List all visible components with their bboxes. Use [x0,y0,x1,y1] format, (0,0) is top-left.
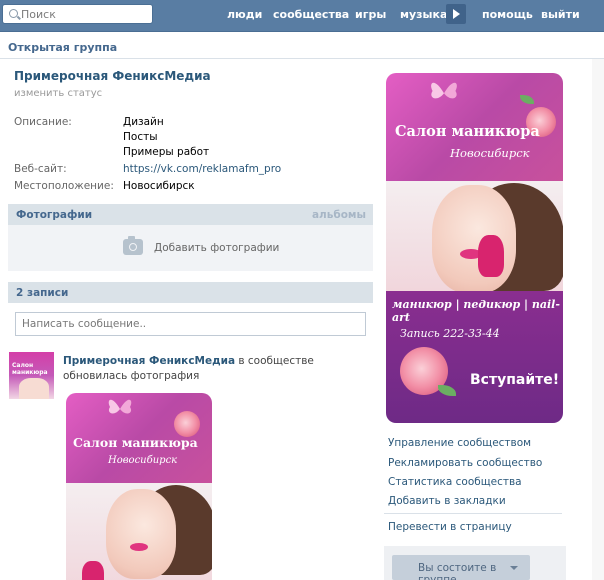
website-link[interactable]: https://vk.com/reklamafm_pro [123,163,281,175]
location-label: Местоположение: [14,180,114,192]
banner-title: Салон маникюра [395,123,540,140]
community-banner[interactable]: Салон маникюра Новосибирск маникюр | пед… [386,73,563,423]
add-photos-label[interactable]: Добавить фотографии [154,242,279,254]
banner-phone: Запись 222-33-44 [400,327,500,340]
add-bookmark-link[interactable]: Добавить в закладки [388,495,506,507]
rose-decoration [174,411,200,437]
location-value: Новосибирск [123,180,195,192]
post-photo-title: Салон маникюра [73,435,198,450]
polish-bottle-icon [82,561,104,580]
top-bar: люди сообщества игры музыка помощь выйти [0,0,604,32]
page-title: Открытая группа [8,41,118,54]
avatar-face-image [19,378,49,399]
search-icon [9,9,18,18]
advertise-community-link[interactable]: Рекламировать сообщество [388,457,542,469]
nav-communities[interactable]: сообщества [273,8,349,21]
nav-help[interactable]: помощь [482,8,533,21]
membership-label: Вы состоите в группе [418,562,497,580]
banner-cta: Вступайте! [470,372,560,388]
polish-bottle-icon [478,235,504,277]
page-header: Открытая группа [0,33,604,59]
butterfly-icon [106,395,134,422]
banner-city: Новосибирск [450,146,530,160]
albums-link[interactable]: альбомы [312,209,366,221]
wall-header: 2 записи [8,282,373,303]
banner-services: маникюр | педикюр | nail-art [392,298,560,324]
description-line: Посты [123,131,158,143]
description-line: Дизайн [123,116,164,128]
wall-count[interactable]: 2 записи [16,287,68,299]
website-label: Веб-сайт: [14,163,67,175]
post-avatar[interactable]: Салон маникюра [9,352,54,399]
search-box[interactable] [2,4,153,24]
post-header: Примерочная ФениксМедиа в сообществе обн… [63,354,363,384]
add-photos-area[interactable]: Добавить фотографии [8,225,373,271]
play-icon[interactable] [446,4,466,24]
description-line: Примеры работ [123,146,210,158]
description-label: Описание: [14,116,72,128]
membership-button[interactable]: Вы состоите в группе [392,555,530,580]
butterfly-icon [428,77,460,108]
new-post-input[interactable] [22,318,352,330]
face-shape [106,489,176,579]
new-post-box[interactable] [15,312,366,336]
post-author-link[interactable]: Примерочная ФениксМедиа [63,355,235,367]
chevron-down-icon [510,566,518,570]
photos-header: Фотографии альбомы [8,204,373,225]
change-status-link[interactable]: изменить статус [14,88,102,99]
manage-community-link[interactable]: Управление сообществом [388,437,531,449]
nav-people[interactable]: люди [227,8,262,21]
convert-to-page-link[interactable]: Перевести в страницу [388,521,512,533]
photos-title[interactable]: Фотографии [16,209,92,221]
post-photo[interactable]: Салон маникюра Новосибирск [66,393,212,580]
community-stats-link[interactable]: Статистика сообщества [388,476,522,488]
scroll-gutter[interactable] [592,59,604,580]
nav-logout[interactable]: выйти [541,8,580,21]
post-photo-city: Новосибирск [108,455,178,466]
menu-divider [384,513,562,514]
camera-icon [123,236,143,255]
lips-shape [130,543,148,551]
face-shape [432,185,516,293]
nav-music[interactable]: музыка [400,8,447,21]
avatar-text: Салон маникюра [12,362,48,376]
search-input[interactable] [21,7,149,21]
nav-games[interactable]: игры [355,8,386,21]
group-name: Примерочная ФениксМедиа [14,69,211,83]
